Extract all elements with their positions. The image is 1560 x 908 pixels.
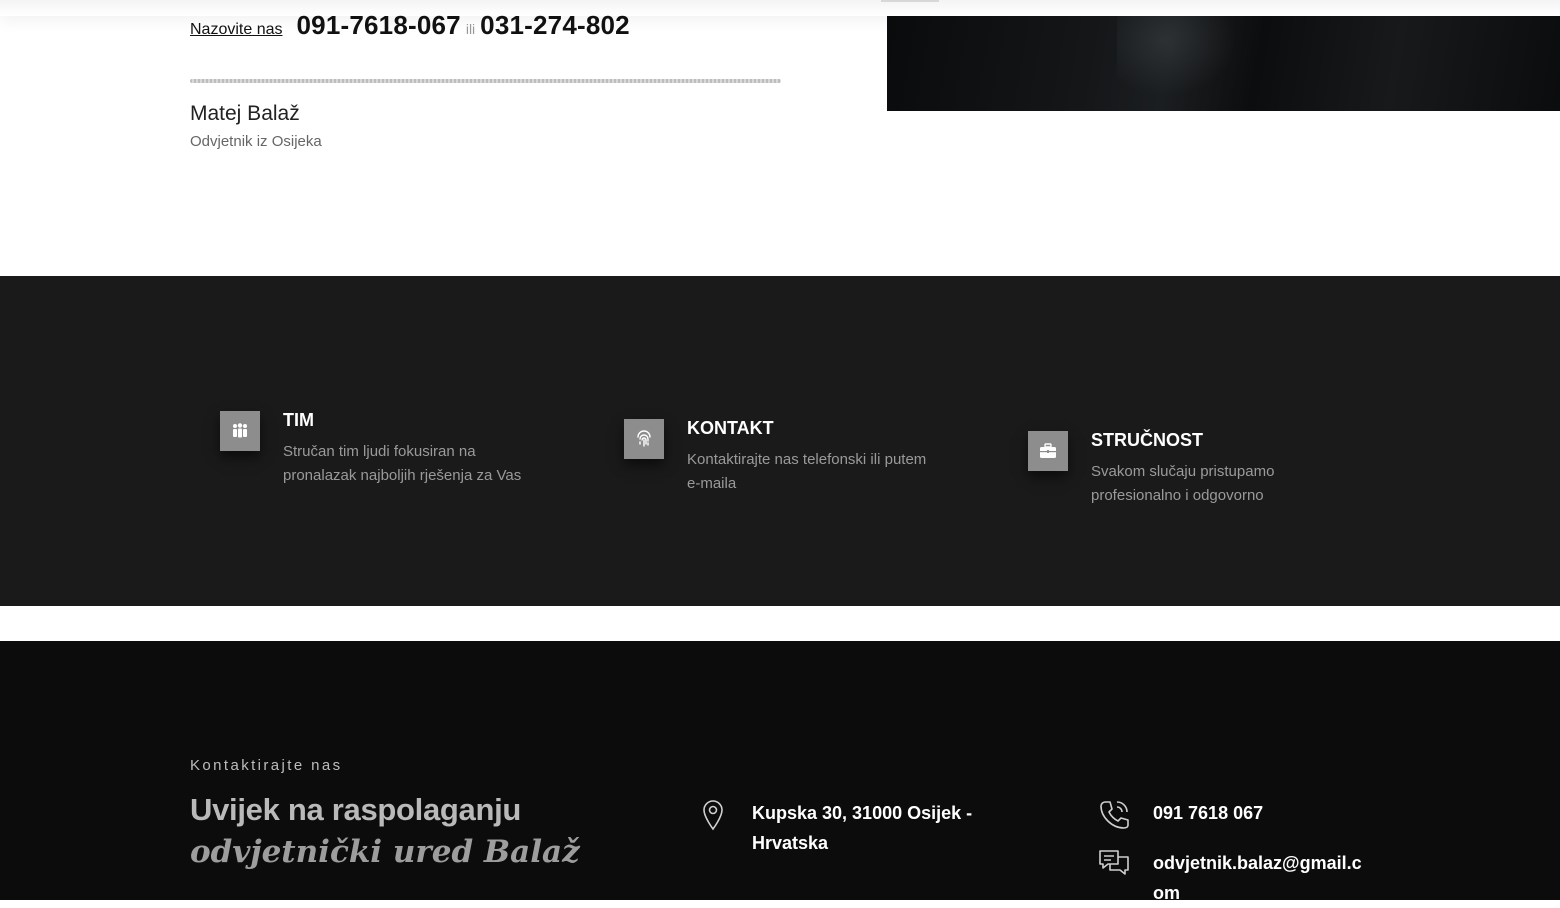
footer-headline: Uvijek na raspolaganju	[190, 792, 522, 827]
footer-tagline: odvjetnički ured Balaž	[190, 834, 580, 870]
feature-title: TIM	[283, 410, 314, 430]
feature-expertise: STRUČNOST Svakom slučaju pristupamo prof…	[1028, 430, 1341, 508]
feature-description: Svakom slučaju pristupamo profesionalno …	[1091, 463, 1275, 504]
divider	[190, 79, 781, 83]
author-name: Matej Balaž	[190, 102, 300, 125]
fingerprint-icon	[624, 419, 664, 459]
section-gap	[0, 606, 1560, 641]
footer-kicker: Kontaktirajte nas	[190, 757, 343, 774]
feature-title: KONTAKT	[687, 418, 774, 438]
feature-description: Stručan tim ljudi fokusiran na pronalaza…	[283, 443, 522, 484]
feature-contact: KONTAKT Kontaktirajte nas telefonski ili…	[624, 418, 937, 496]
contact-phone[interactable]: 091 7618 067	[1097, 798, 1263, 832]
phone-secondary[interactable]: 031-274-802	[480, 10, 630, 41]
call-us-line: Nazovite nas 091-7618-067 ili 031-274-80…	[190, 10, 630, 41]
author-role: Odvjetnik iz Osijeka	[190, 133, 322, 150]
contact-address: Kupska 30, 31000 Osijek - Hrvatska	[696, 798, 992, 858]
map-pin-icon	[703, 800, 723, 831]
phone-separator: ili	[465, 21, 476, 37]
phone-primary[interactable]: 091-7618-067	[297, 10, 461, 41]
phone-icon	[1100, 801, 1129, 829]
feature-description: Kontaktirajte nas telefonski ili putem e…	[687, 451, 927, 492]
briefcase-icon	[1028, 431, 1068, 471]
contact-email[interactable]: odvjetnik.balaz@gmail.com	[1097, 848, 1368, 908]
call-us-link[interactable]: Nazovite nas	[190, 21, 283, 39]
feature-title: STRUČNOST	[1091, 430, 1203, 450]
phone-text[interactable]: 091 7618 067	[1153, 798, 1263, 828]
scroll-indicator	[881, 0, 939, 2]
chat-icon	[1099, 850, 1129, 875]
feature-team: TIM Stručan tim ljudi fokusiran na prona…	[220, 410, 533, 488]
hero-photo	[887, 16, 1560, 111]
intro-section: Nazovite nas 091-7618-067 ili 031-274-80…	[0, 0, 1560, 276]
address-text: Kupska 30, 31000 Osijek - Hrvatska	[752, 803, 973, 853]
email-text[interactable]: odvjetnik.balaz@gmail.com	[1153, 848, 1368, 908]
team-icon	[220, 411, 260, 451]
